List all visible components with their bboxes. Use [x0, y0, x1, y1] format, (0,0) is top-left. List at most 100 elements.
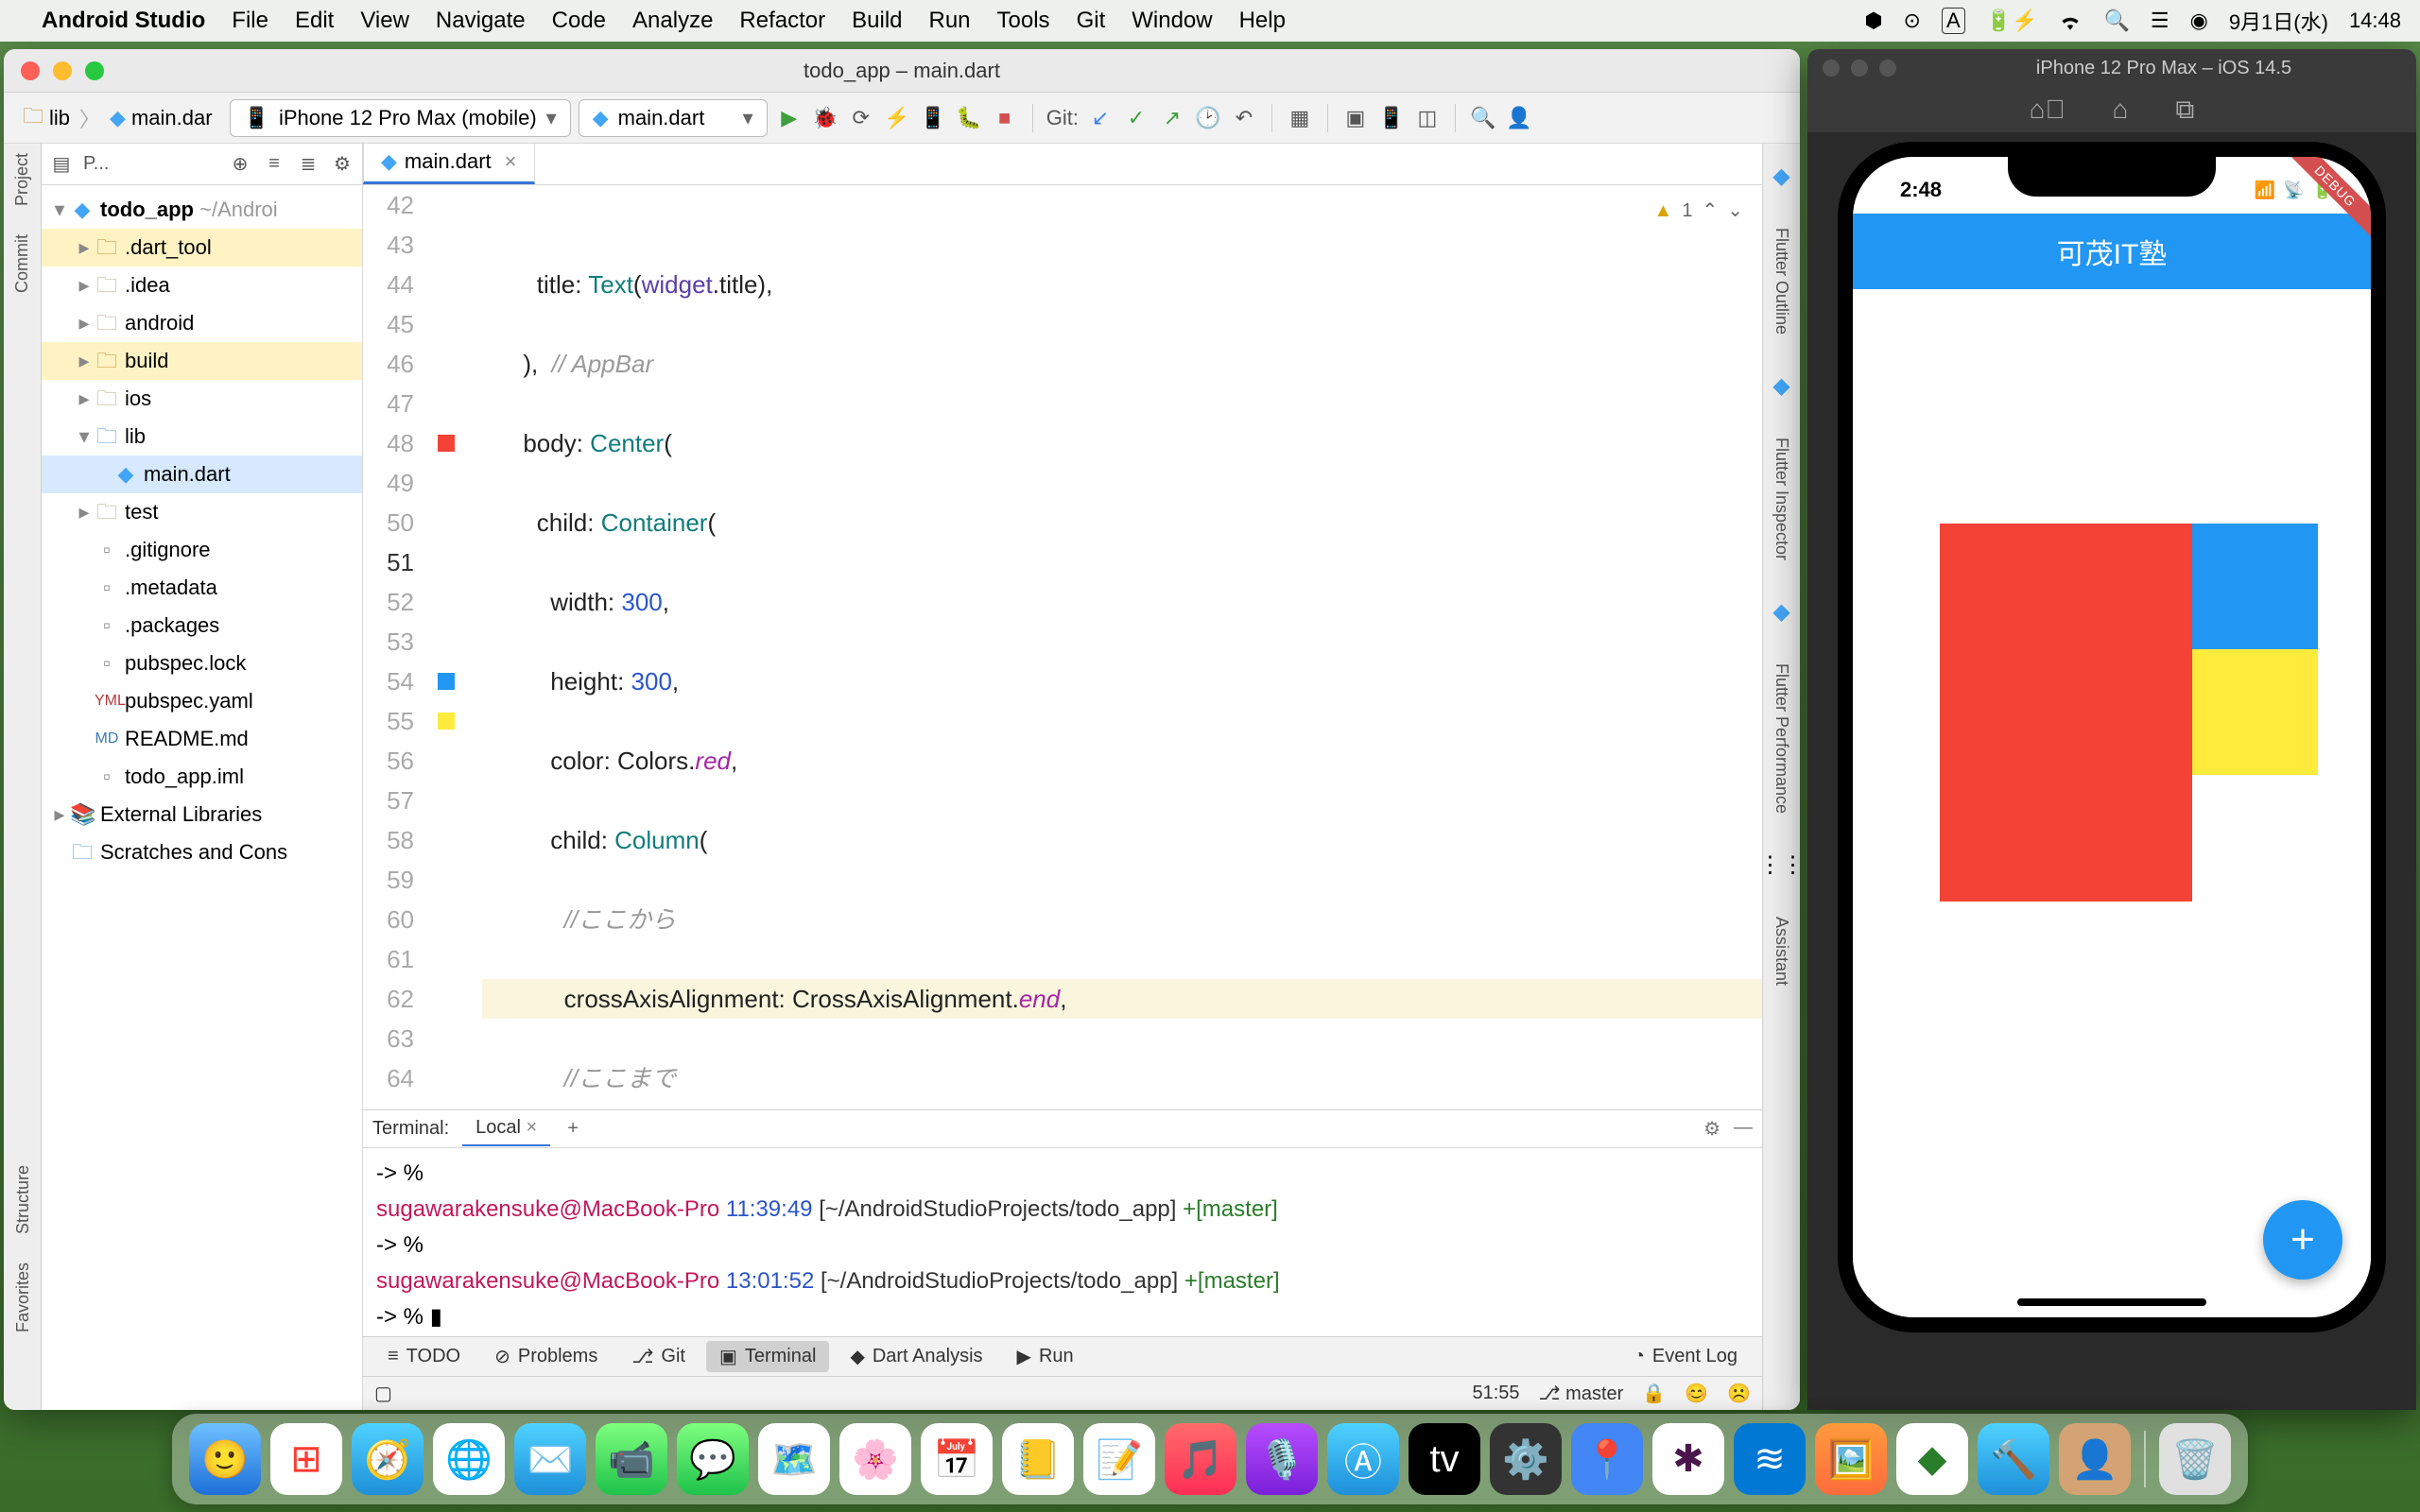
git-tool[interactable]: ⎇ Git: [618, 1341, 699, 1372]
flutter-icon[interactable]: ◆: [1772, 598, 1789, 626]
siri-icon[interactable]: ◉: [2190, 9, 2208, 33]
search-icon[interactable]: 🔍: [1469, 104, 1497, 132]
flutter-icon[interactable]: ◆: [1772, 372, 1789, 400]
menu-view[interactable]: View: [360, 8, 409, 34]
favorites-tool[interactable]: Favorites: [13, 1263, 33, 1332]
image-icon[interactable]: 🖼️: [1815, 1423, 1887, 1495]
google-maps-icon[interactable]: 📍: [1571, 1423, 1643, 1495]
appstore-icon[interactable]: Ⓐ: [1327, 1423, 1399, 1495]
menubar-date[interactable]: 9月1日(水): [2229, 6, 2328, 36]
locate-icon[interactable]: ⊕: [228, 152, 252, 176]
expand-icon[interactable]: ≡: [262, 153, 286, 175]
menu-help[interactable]: Help: [1239, 8, 1286, 34]
flutter-inspector-tool[interactable]: Flutter Inspector: [1772, 438, 1791, 560]
assistant-tool[interactable]: Assistant: [1772, 917, 1791, 986]
flutter-icon[interactable]: ◆: [1772, 163, 1789, 190]
structure-tool[interactable]: Structure: [13, 1165, 33, 1234]
menu-edit[interactable]: Edit: [295, 8, 334, 34]
android-studio-icon[interactable]: ◆: [1896, 1423, 1968, 1495]
dart-analysis-tool[interactable]: ◆ Dart Analysis: [837, 1341, 995, 1372]
menubar-app-name[interactable]: Android Studio: [42, 8, 205, 34]
home-indicator[interactable]: [2017, 1298, 2206, 1306]
problems-tool[interactable]: ⊘ Problems: [481, 1341, 611, 1372]
lock-icon[interactable]: 🔒: [1642, 1382, 1666, 1405]
close-icon[interactable]: [21, 61, 40, 80]
menu-window[interactable]: Window: [1132, 8, 1212, 34]
hot-reload-button[interactable]: ⚡: [883, 104, 911, 132]
safari-icon[interactable]: 🧭: [352, 1423, 424, 1495]
menu-code[interactable]: Code: [552, 8, 606, 34]
menu-refactor[interactable]: Refactor: [739, 8, 825, 34]
git-pull-icon[interactable]: ↙: [1086, 104, 1115, 132]
code-editor[interactable]: ▲ 1 ⌃ ⌄ title: Text(widget.title), ), //…: [463, 185, 1762, 1109]
close-tab-icon[interactable]: ×: [505, 149, 517, 174]
assistant-icon[interactable]: ⋮⋮: [1759, 851, 1801, 879]
menu-git[interactable]: Git: [1077, 8, 1106, 34]
maximize-icon[interactable]: [1879, 60, 1896, 77]
mail-icon[interactable]: ✉️: [514, 1423, 586, 1495]
dropbox-icon[interactable]: ⬢: [1864, 9, 1882, 33]
rollback-icon[interactable]: ↶: [1230, 104, 1258, 132]
event-log-tool[interactable]: ◔ Event Log: [1620, 1342, 1751, 1371]
terminal-output[interactable]: -> % sugawarakensuke@MacBook-Pro 11:39:4…: [363, 1148, 1762, 1336]
editor-tab[interactable]: ◆ main.dart ×: [363, 144, 535, 184]
settings-icon[interactable]: ⚙️: [1490, 1423, 1562, 1495]
todo-tool[interactable]: ≡ TODO: [374, 1342, 474, 1371]
layout-icon[interactable]: ◫: [1413, 104, 1442, 132]
floating-action-button[interactable]: +: [2263, 1200, 2342, 1280]
run-tool[interactable]: ▶ Run: [1004, 1341, 1087, 1372]
run-button[interactable]: ▶: [775, 104, 804, 132]
maximize-icon[interactable]: [85, 61, 104, 80]
menu-navigate[interactable]: Navigate: [436, 8, 526, 34]
music-icon[interactable]: 🎵: [1165, 1423, 1236, 1495]
copy-icon[interactable]: ⧉: [2175, 94, 2194, 126]
terminal-tool[interactable]: ▣ Terminal: [706, 1341, 829, 1372]
terminal-tab[interactable]: Local ×: [462, 1111, 550, 1146]
vscode-icon[interactable]: ≋: [1734, 1423, 1806, 1495]
device-selector[interactable]: 📱 iPhone 12 Pro Max (mobile) ▾: [230, 99, 571, 137]
menu-file[interactable]: File: [232, 8, 268, 34]
finder-icon[interactable]: 🙂: [189, 1423, 261, 1495]
menu-run[interactable]: Run: [929, 8, 971, 34]
collapse-icon[interactable]: ≣: [296, 152, 320, 176]
control-center-icon[interactable]: ☰: [2151, 9, 2169, 33]
launchpad-icon[interactable]: ⊞: [270, 1423, 342, 1495]
minimize-icon[interactable]: [1851, 60, 1868, 77]
new-terminal-button[interactable]: +: [554, 1112, 592, 1145]
menubar-time[interactable]: 14:48: [2349, 9, 2401, 33]
avd-icon[interactable]: ▦: [1286, 104, 1314, 132]
stop-button[interactable]: ■: [991, 104, 1019, 132]
gear-icon[interactable]: ⚙: [330, 152, 354, 176]
messages-icon[interactable]: 💬: [677, 1423, 749, 1495]
trash-icon[interactable]: 🗑️: [2159, 1423, 2231, 1495]
history-icon[interactable]: 🕑: [1194, 104, 1222, 132]
gear-icon[interactable]: ⚙: [1703, 1117, 1720, 1141]
flutter-performance-tool[interactable]: Flutter Performance: [1772, 663, 1791, 814]
coverage-button[interactable]: ⟳: [847, 104, 875, 132]
debug-button[interactable]: 🐞: [811, 104, 839, 132]
ide-titlebar[interactable]: todo_app – main.dart: [4, 49, 1800, 93]
calendar-icon[interactable]: 📅: [921, 1423, 993, 1495]
device-icon[interactable]: 📱: [1377, 104, 1406, 132]
photos-icon[interactable]: 🌸: [839, 1423, 911, 1495]
sim-titlebar[interactable]: iPhone 12 Pro Max – iOS 14.5: [1807, 49, 2416, 87]
chevron-down-icon[interactable]: ⌄: [1727, 191, 1743, 231]
minimize-icon[interactable]: [53, 61, 72, 80]
project-tree[interactable]: ▾◆todo_app ~/Androi ▸🗀.dart_tool ▸🗀.idea…: [42, 185, 362, 1410]
menu-tools[interactable]: Tools: [997, 8, 1050, 34]
menu-build[interactable]: Build: [852, 8, 902, 34]
avatar-icon[interactable]: 👤: [2059, 1423, 2131, 1495]
wifi-icon[interactable]: [2058, 11, 2083, 30]
inspection-widget[interactable]: ▲ 1 ⌃ ⌄: [1654, 191, 1743, 231]
git-push-icon[interactable]: ↗: [1158, 104, 1186, 132]
a-tile-icon[interactable]: A: [1942, 8, 1965, 34]
chrome-icon[interactable]: 🌐: [433, 1423, 505, 1495]
profile-button[interactable]: 🐛: [955, 104, 983, 132]
spotlight-icon[interactable]: 🔍: [2103, 9, 2129, 33]
sdk-icon[interactable]: ▣: [1341, 104, 1370, 132]
facetime-icon[interactable]: 📹: [596, 1423, 667, 1495]
status-icon[interactable]: ▢: [374, 1382, 392, 1405]
xcode-icon[interactable]: 🔨: [1978, 1423, 2049, 1495]
notes-icon[interactable]: 📝: [1083, 1423, 1155, 1495]
line-gutter[interactable]: 4243444546474849505152535455565758596061…: [363, 185, 429, 1109]
